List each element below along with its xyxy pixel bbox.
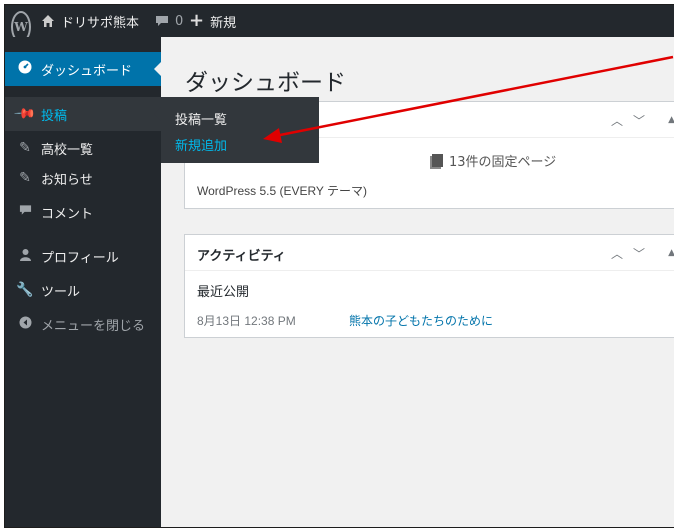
move-down-icon[interactable]: ﹀ xyxy=(633,112,645,129)
comments-link[interactable]: 0 xyxy=(155,5,183,37)
widget-header: アクティビティ ︿ ﹀ ▲ xyxy=(185,235,674,271)
post-date: 8月13日 12:38 PM xyxy=(197,314,296,328)
sidebar-item-label: お知らせ xyxy=(41,172,93,188)
activity-widget: アクティビティ ︿ ﹀ ▲ 最近公開 8月13日 12:38 PM 熊本の子ども… xyxy=(184,234,674,338)
move-down-icon[interactable]: ﹀ xyxy=(633,245,645,262)
home-icon xyxy=(42,15,54,27)
plus-icon: + xyxy=(189,10,205,31)
submenu-item-all-posts[interactable]: 投稿一覧 xyxy=(175,109,227,128)
posts-flyout-menu: 投稿一覧 新規追加 xyxy=(161,97,319,163)
wordpress-version-text: WordPress 5.5 (EVERY テーマ) xyxy=(197,184,368,198)
page-title: ダッシュボード xyxy=(185,70,346,96)
site-name-link[interactable]: ドリサポ熊本 xyxy=(41,5,139,37)
sidebar-item-label: コメント xyxy=(41,206,94,222)
sidebar-item-profile[interactable]: プロフィール xyxy=(5,241,161,271)
page-icon xyxy=(432,154,443,167)
sidebar-item-label: ダッシュボード xyxy=(41,63,133,79)
comment-icon xyxy=(15,204,35,220)
submenu-item-add-new[interactable]: 新規追加 xyxy=(175,135,227,154)
sidebar-collapse-menu[interactable]: メニューを閉じる xyxy=(5,309,161,339)
comment-bubble-icon xyxy=(156,16,168,26)
post-title-link[interactable]: 熊本の子どもたちのために xyxy=(349,312,493,329)
widget-title: アクティビティ xyxy=(197,249,286,264)
site-name-label: ドリサポ熊本 xyxy=(61,15,140,31)
dashboard-icon xyxy=(15,60,35,78)
move-up-icon[interactable]: ︿ xyxy=(611,245,623,262)
wrench-icon: 🔧 xyxy=(16,282,34,298)
new-content-link[interactable]: + 新規 xyxy=(189,5,236,37)
collapse-icon xyxy=(15,316,35,333)
recently-published-heading: 最近公開 xyxy=(197,285,250,300)
sidebar-item-dashboard[interactable]: ダッシュボード xyxy=(5,52,162,86)
pages-count-label: 13件の固定ページ xyxy=(449,155,557,170)
sidebar-item-schools[interactable]: ✎ 高校一覧 xyxy=(5,133,161,163)
pin-icon: 📌 xyxy=(13,102,37,126)
pin-icon: ✎ xyxy=(19,140,31,156)
sidebar-item-tools[interactable]: 🔧 ツール xyxy=(5,275,161,305)
sidebar-item-label: 高校一覧 xyxy=(41,142,94,158)
admin-sidebar: ダッシュボード 📌 投稿 ✎ 高校一覧 ✎ お知らせ コメント プロフィール 🔧… xyxy=(5,37,162,527)
wp-admin-window: W ドリサポ熊本 0 + 新規 ダッシュボード 📌 投稿 ✎ 高校一覧 ✎ お知… xyxy=(4,4,674,528)
comments-count: 0 xyxy=(175,13,184,29)
new-content-label: 新規 xyxy=(210,15,237,31)
toggle-panel-icon[interactable]: ▲ xyxy=(668,115,674,125)
sidebar-item-label: メニューを閉じる xyxy=(41,318,146,334)
current-menu-arrow xyxy=(154,61,162,77)
sidebar-item-label: ツール xyxy=(41,284,81,300)
pages-count-link[interactable]: 13件の固定ページ xyxy=(432,151,556,170)
sidebar-item-news[interactable]: ✎ お知らせ xyxy=(5,163,161,193)
sidebar-item-label: 投稿 xyxy=(41,108,68,124)
sidebar-item-label: プロフィール xyxy=(41,250,119,266)
sidebar-item-comments[interactable]: コメント xyxy=(5,197,161,227)
pin-icon: ✎ xyxy=(19,170,31,186)
toggle-panel-icon[interactable]: ▲ xyxy=(668,248,674,258)
move-up-icon[interactable]: ︿ xyxy=(611,112,623,129)
admin-bar: W ドリサポ熊本 0 + 新規 xyxy=(5,5,674,43)
sidebar-item-posts[interactable]: 📌 投稿 xyxy=(5,97,162,131)
user-icon xyxy=(15,248,35,265)
